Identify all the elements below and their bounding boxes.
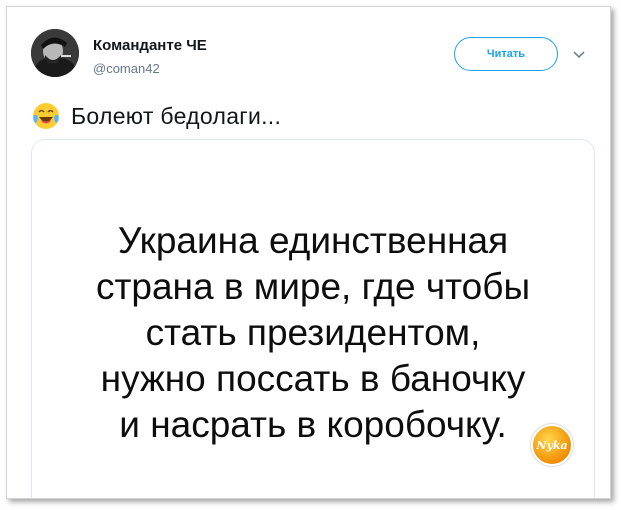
meme-text: Украина единственная страна в мире, где …	[32, 218, 594, 448]
follow-button[interactable]: Читать	[454, 37, 558, 71]
watermark-logo: Nyka	[531, 424, 573, 466]
avatar[interactable]	[31, 29, 79, 77]
chevron-down-icon[interactable]	[573, 51, 585, 59]
meme-line: нужно поссать в баночку	[100, 358, 526, 399]
author-display-name[interactable]: Команданте ЧЕ	[93, 37, 207, 54]
avatar-portrait-icon	[31, 29, 79, 77]
meme-line: и насрать в коробочку.	[119, 404, 507, 445]
tweet-media-image[interactable]: Украина единственная страна в мире, где …	[31, 139, 595, 498]
meme-line: стать президентом,	[145, 312, 481, 353]
tweet-card: Команданте ЧЕ @coman42 Читать Болеют бед…	[6, 6, 611, 499]
meme-line: страна в мире, где чтобы	[95, 266, 531, 307]
face-with-tears-of-joy-icon	[33, 103, 59, 129]
tweet-text: Болеют бедолаги...	[71, 102, 282, 129]
meme-line: Украина единственная	[117, 220, 509, 261]
tweet-text-row: Болеют бедолаги...	[31, 99, 281, 133]
author-handle[interactable]: @coman42	[93, 61, 160, 76]
